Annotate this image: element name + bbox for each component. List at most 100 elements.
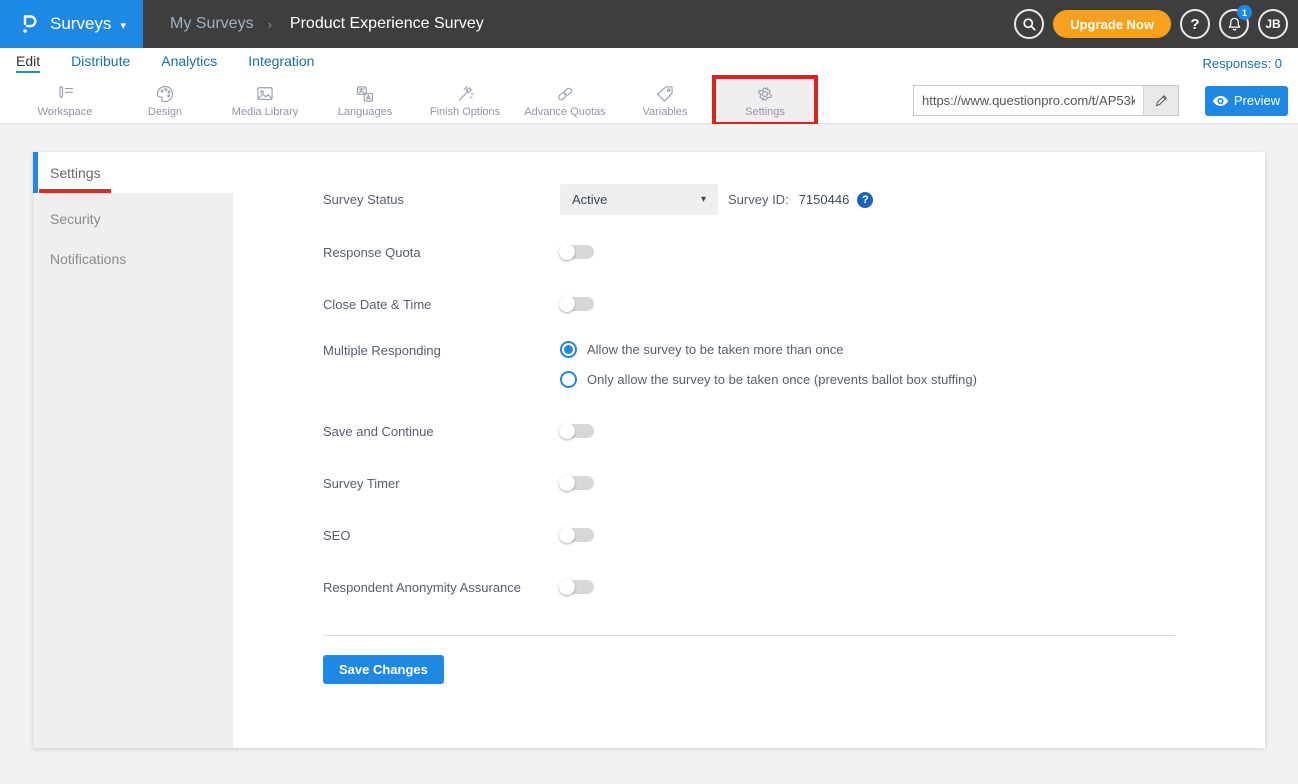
- radio-option-multiple-allowed[interactable]: Allow the survey to be taken more than o…: [560, 341, 977, 358]
- multiple-responding-row: Multiple Responding Allow the survey to …: [323, 341, 1175, 388]
- breadcrumb-my-surveys[interactable]: My Surveys: [170, 15, 254, 33]
- survey-timer-toggle[interactable]: [560, 476, 594, 490]
- seo-label: SEO: [323, 528, 560, 543]
- response-quota-row: Response Quota: [323, 237, 1175, 267]
- toolbar-item-design[interactable]: Design: [115, 78, 215, 123]
- preview-button-label: Preview: [1234, 93, 1280, 108]
- response-quota-toggle[interactable]: [560, 245, 594, 259]
- sidebar-item-settings[interactable]: Settings: [33, 152, 233, 193]
- toggle-knob: [559, 579, 575, 595]
- toggle-knob: [559, 296, 575, 312]
- edit-toolbar: Workspace Design Media Library: [0, 78, 1298, 124]
- toolbar-item-advance-quotas[interactable]: Advance Quotas: [515, 78, 615, 123]
- app-window: Surveys ▾ My Surveys › Product Experienc…: [0, 0, 1298, 784]
- toolbar-item-label: Variables: [642, 106, 687, 118]
- respondent-anonymity-row: Respondent Anonymity Assurance: [323, 572, 1175, 602]
- topbar-actions: Upgrade Now ? 1 JB: [1014, 9, 1298, 39]
- toggle-knob: [559, 423, 575, 439]
- response-quota-label: Response Quota: [323, 245, 560, 260]
- image-icon: [254, 84, 276, 104]
- search-icon: [1022, 17, 1037, 32]
- respondent-anonymity-label: Respondent Anonymity Assurance: [323, 580, 560, 595]
- survey-status-label: Survey Status: [323, 192, 560, 207]
- respondent-anonymity-toggle[interactable]: [560, 580, 594, 594]
- toolbar-item-label: Advance Quotas: [524, 106, 605, 118]
- page-background: Settings Security Notifications Survey S…: [0, 124, 1298, 784]
- toolbar-item-label: Media Library: [232, 106, 299, 118]
- survey-status-select[interactable]: Active ▾: [560, 184, 718, 215]
- subnav-tabs: Edit Distribute Analytics Integration: [16, 53, 314, 73]
- sidebar-item-security[interactable]: Security: [33, 199, 233, 239]
- survey-id-group: Survey ID: 7150446: [728, 192, 849, 207]
- sidebar-item-label: Security: [50, 211, 101, 227]
- toolbar-item-finish-options[interactable]: Finish Options: [415, 78, 515, 123]
- preview-button[interactable]: Preview: [1205, 86, 1288, 116]
- radio-option-once-only[interactable]: Only allow the survey to be taken once (…: [560, 371, 977, 388]
- tab-edit[interactable]: Edit: [16, 53, 40, 73]
- multiple-responding-label: Multiple Responding: [323, 343, 560, 358]
- toolbar-item-label: Languages: [338, 106, 392, 118]
- sidebar-item-label: Settings: [50, 165, 101, 181]
- workspace-icon: [54, 84, 76, 104]
- search-button[interactable]: [1014, 9, 1044, 39]
- tab-distribute[interactable]: Distribute: [71, 53, 130, 73]
- close-date-time-toggle[interactable]: [560, 297, 594, 311]
- responses-count[interactable]: Responses: 0: [1203, 56, 1283, 71]
- pencil-icon: [1154, 93, 1169, 108]
- notifications-button[interactable]: 1: [1219, 9, 1249, 39]
- survey-timer-row: Survey Timer: [323, 468, 1175, 498]
- seo-toggle[interactable]: [560, 528, 594, 542]
- gear-icon: [754, 84, 776, 104]
- question-mark-icon: ?: [1190, 16, 1199, 33]
- settings-sidebar: Settings Security Notifications: [33, 152, 233, 748]
- tab-analytics[interactable]: Analytics: [161, 53, 217, 73]
- active-accent-bar: [33, 152, 38, 193]
- toolbar-item-variables[interactable]: Variables: [615, 78, 715, 123]
- notification-badge: 1: [1237, 5, 1252, 20]
- product-switcher[interactable]: Surveys ▾: [0, 0, 143, 48]
- toolbar-item-workspace[interactable]: Workspace: [15, 78, 115, 123]
- survey-id-label: Survey ID:: [728, 192, 789, 207]
- radio-selected-icon[interactable]: [560, 341, 577, 358]
- save-and-continue-toggle[interactable]: [560, 424, 594, 438]
- save-changes-button[interactable]: Save Changes: [323, 655, 444, 684]
- wand-icon: [454, 84, 476, 104]
- survey-status-value: Active: [572, 192, 607, 207]
- eye-icon: [1213, 95, 1228, 107]
- toolbar-item-settings[interactable]: Settings: [715, 78, 815, 123]
- upgrade-now-button[interactable]: Upgrade Now: [1053, 10, 1171, 38]
- toolbar-item-media-library[interactable]: Media Library: [215, 78, 315, 123]
- toolbar-item-label: Finish Options: [430, 106, 500, 118]
- seo-row: SEO: [323, 520, 1175, 550]
- toolbar-item-label: Settings: [745, 106, 785, 118]
- survey-id-help-icon[interactable]: ?: [857, 192, 873, 208]
- breadcrumb: My Surveys › Product Experience Survey: [170, 15, 484, 33]
- edit-url-button[interactable]: [1143, 86, 1178, 115]
- avatar[interactable]: JB: [1258, 9, 1288, 39]
- active-red-underline: [39, 189, 111, 193]
- toolbar-item-label: Design: [148, 106, 182, 118]
- breadcrumb-separator: ›: [268, 17, 272, 32]
- toolbar-item-label: Workspace: [38, 106, 93, 118]
- save-and-continue-row: Save and Continue: [323, 416, 1175, 446]
- sidebar-item-label: Notifications: [50, 251, 126, 267]
- settings-content: Survey Status Active ▾ Survey ID: 715044…: [233, 152, 1265, 748]
- survey-timer-label: Survey Timer: [323, 476, 560, 491]
- help-button[interactable]: ?: [1180, 9, 1210, 39]
- sidebar-item-notifications[interactable]: Notifications: [33, 239, 233, 279]
- toolbar-item-languages[interactable]: Languages: [315, 78, 415, 123]
- survey-id-value: 7150446: [799, 192, 850, 207]
- radio-unselected-icon[interactable]: [560, 371, 577, 388]
- content-divider: [323, 635, 1175, 636]
- palette-icon: [154, 84, 176, 104]
- tab-integration[interactable]: Integration: [248, 53, 314, 73]
- survey-url-input[interactable]: [914, 86, 1143, 115]
- product-name: Surveys: [50, 14, 111, 34]
- sidebar-rest: Security Notifications: [33, 193, 233, 748]
- multiple-responding-options: Allow the survey to be taken more than o…: [560, 341, 977, 388]
- survey-status-row: Survey Status Active ▾ Survey ID: 715044…: [323, 184, 1175, 215]
- toggle-knob: [559, 527, 575, 543]
- chevron-down-icon: ▾: [701, 194, 706, 205]
- settings-card: Settings Security Notifications Survey S…: [33, 152, 1265, 748]
- questionpro-logo-icon: [17, 12, 41, 36]
